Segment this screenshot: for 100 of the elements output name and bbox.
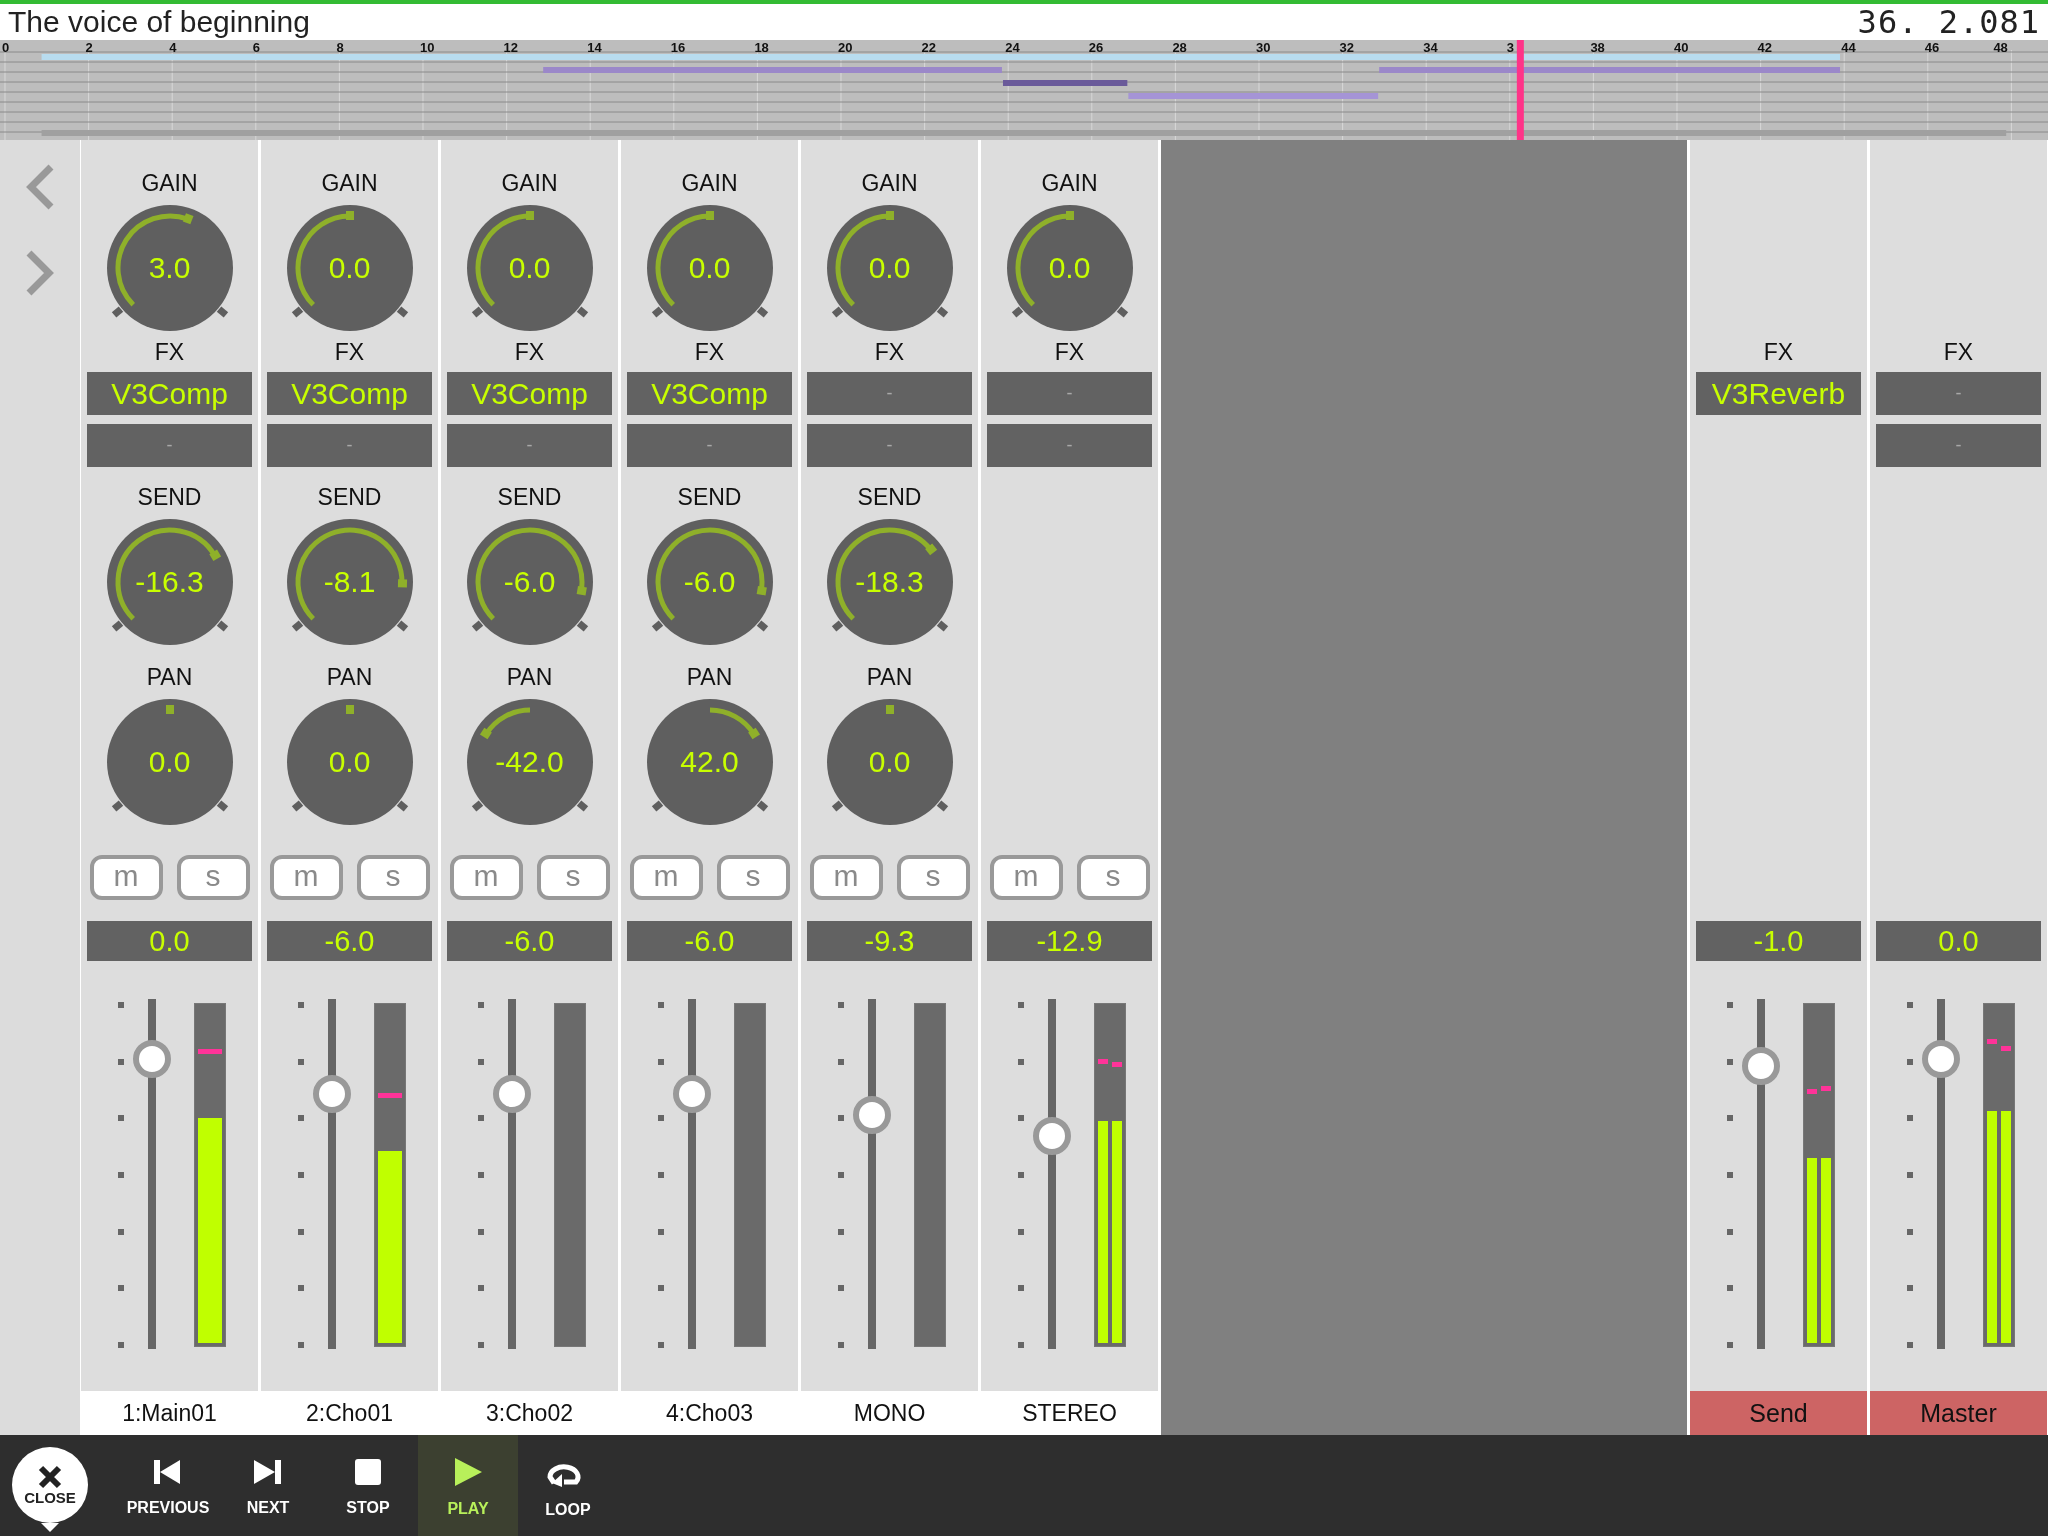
ruler-label: 16 <box>670 40 686 55</box>
fader-handle[interactable] <box>673 1074 711 1113</box>
ruler-label: 30 <box>1256 40 1271 55</box>
volume-value: -6.0 <box>267 921 432 961</box>
bus-name[interactable]: Send <box>1690 1391 1867 1435</box>
chevron-right-icon <box>25 250 55 296</box>
fx-label: FX <box>1054 339 1085 365</box>
knob-value: 0.0 <box>867 744 912 780</box>
close-icon <box>38 1464 62 1489</box>
ruler-label: 4 <box>169 40 177 55</box>
mute-button[interactable]: m <box>989 855 1063 900</box>
volume-value: 0.0 <box>1876 921 2041 961</box>
volume-value: -6.0 <box>447 921 612 961</box>
ruler-label: 38 <box>1590 40 1605 55</box>
ruler-label: 2 <box>85 40 93 55</box>
fx-slot[interactable]: V3Reverb <box>1696 372 1861 415</box>
fx-slot[interactable]: V3Comp <box>627 372 792 415</box>
fx-slot[interactable]: - <box>1876 424 2041 467</box>
fx-slot[interactable]: - <box>987 372 1152 415</box>
fx-slot[interactable]: V3Comp <box>447 372 612 415</box>
fx-slot[interactable]: V3Comp <box>267 372 432 415</box>
ruler-label: 48 <box>1993 40 2008 55</box>
knob-value: 3.0 <box>147 250 192 286</box>
bus-name[interactable]: Master <box>1870 1391 2047 1435</box>
knob-value: 0.0 <box>327 250 372 286</box>
fx-slot[interactable]: - <box>267 424 432 467</box>
mute-button[interactable]: m <box>629 855 703 900</box>
song-title: The voice of beginning <box>8 5 310 39</box>
fader-handle[interactable] <box>1033 1116 1071 1155</box>
fx-label: FX <box>694 339 725 365</box>
play-button[interactable]: PLAY <box>418 1435 518 1536</box>
track-name[interactable]: 4:Cho03 <box>621 1391 798 1435</box>
knob-label: SEND <box>497 484 562 510</box>
ruler-label: 14 <box>587 40 602 55</box>
knob-label: GAIN <box>141 170 198 196</box>
knob-label: PAN <box>326 664 373 690</box>
fader-handle[interactable] <box>133 1039 171 1078</box>
fx-slot[interactable]: - <box>447 424 612 467</box>
fx-label: FX <box>874 339 905 365</box>
volume-value: -9.3 <box>807 921 972 961</box>
track-name[interactable]: STEREO <box>981 1391 1158 1435</box>
solo-button[interactable]: s <box>1076 855 1150 900</box>
ruler-label: 6 <box>252 40 261 55</box>
fx-label: FX <box>1943 339 1974 365</box>
fader-handle[interactable] <box>1742 1046 1780 1085</box>
mute-button[interactable]: m <box>449 855 523 900</box>
solo-button[interactable]: s <box>176 855 250 900</box>
fx-slot[interactable]: - <box>87 424 252 467</box>
track-name[interactable]: 3:Cho02 <box>441 1391 618 1435</box>
knob-label: SEND <box>137 484 202 510</box>
track-name[interactable]: 2:Cho01 <box>261 1391 438 1435</box>
ruler-label: 22 <box>921 40 937 55</box>
knob-label: PAN <box>686 664 733 690</box>
ruler-label: 46 <box>1924 40 1940 55</box>
volume-value: -1.0 <box>1696 921 1861 961</box>
ruler-label: 26 <box>1088 40 1104 55</box>
fader-handle[interactable] <box>313 1074 351 1113</box>
knob-label: PAN <box>146 664 193 690</box>
mute-button[interactable]: m <box>269 855 343 900</box>
fx-slot[interactable]: - <box>627 424 792 467</box>
ruler-label: 12 <box>503 40 519 55</box>
knob-value: 0.0 <box>327 744 372 780</box>
fx-label: FX <box>1763 339 1794 365</box>
loop-button[interactable]: LOOP <box>518 1435 618 1536</box>
ruler-label: 10 <box>420 40 435 55</box>
fx-slot[interactable]: V3Comp <box>87 372 252 415</box>
previous-button[interactable]: PREVIOUS <box>118 1435 218 1536</box>
fader-handle[interactable] <box>1922 1039 1960 1078</box>
fx-label: FX <box>514 339 545 365</box>
track-name[interactable]: 1:Main01 <box>81 1391 258 1435</box>
track-name[interactable]: MONO <box>801 1391 978 1435</box>
fx-slot[interactable]: - <box>1876 372 2041 415</box>
solo-button[interactable]: s <box>896 855 970 900</box>
fx-slot[interactable]: - <box>987 424 1152 467</box>
mute-button[interactable]: m <box>89 855 163 900</box>
ruler-label: 44 <box>1841 40 1856 55</box>
knob-value: -6.0 <box>682 564 737 600</box>
play-icon <box>454 1457 482 1486</box>
chevron-left-icon <box>25 164 55 210</box>
knob-label: SEND <box>317 484 382 510</box>
ruler-label: 3 <box>1506 40 1515 55</box>
fader-handle[interactable] <box>493 1074 531 1113</box>
fader-handle[interactable] <box>853 1095 891 1134</box>
solo-button[interactable]: s <box>536 855 610 900</box>
mute-button[interactable]: m <box>809 855 883 900</box>
knob-value: -6.0 <box>502 564 557 600</box>
knob-label: GAIN <box>1041 170 1098 196</box>
fx-slot[interactable]: - <box>807 372 972 415</box>
fx-slot[interactable]: - <box>807 424 972 467</box>
skip-back-icon <box>154 1458 182 1485</box>
solo-button[interactable]: s <box>356 855 430 900</box>
solo-button[interactable]: s <box>716 855 790 900</box>
next-button[interactable]: NEXT <box>218 1435 318 1536</box>
knob-value: -8.1 <box>322 564 377 600</box>
ruler-label: 0 <box>2 40 10 55</box>
knob-value: 0.0 <box>147 744 192 780</box>
knob-label: SEND <box>677 484 742 510</box>
stop-button[interactable]: STOP <box>318 1435 418 1536</box>
knob-value: 42.0 <box>679 744 740 780</box>
knob-value: 0.0 <box>1047 250 1092 286</box>
